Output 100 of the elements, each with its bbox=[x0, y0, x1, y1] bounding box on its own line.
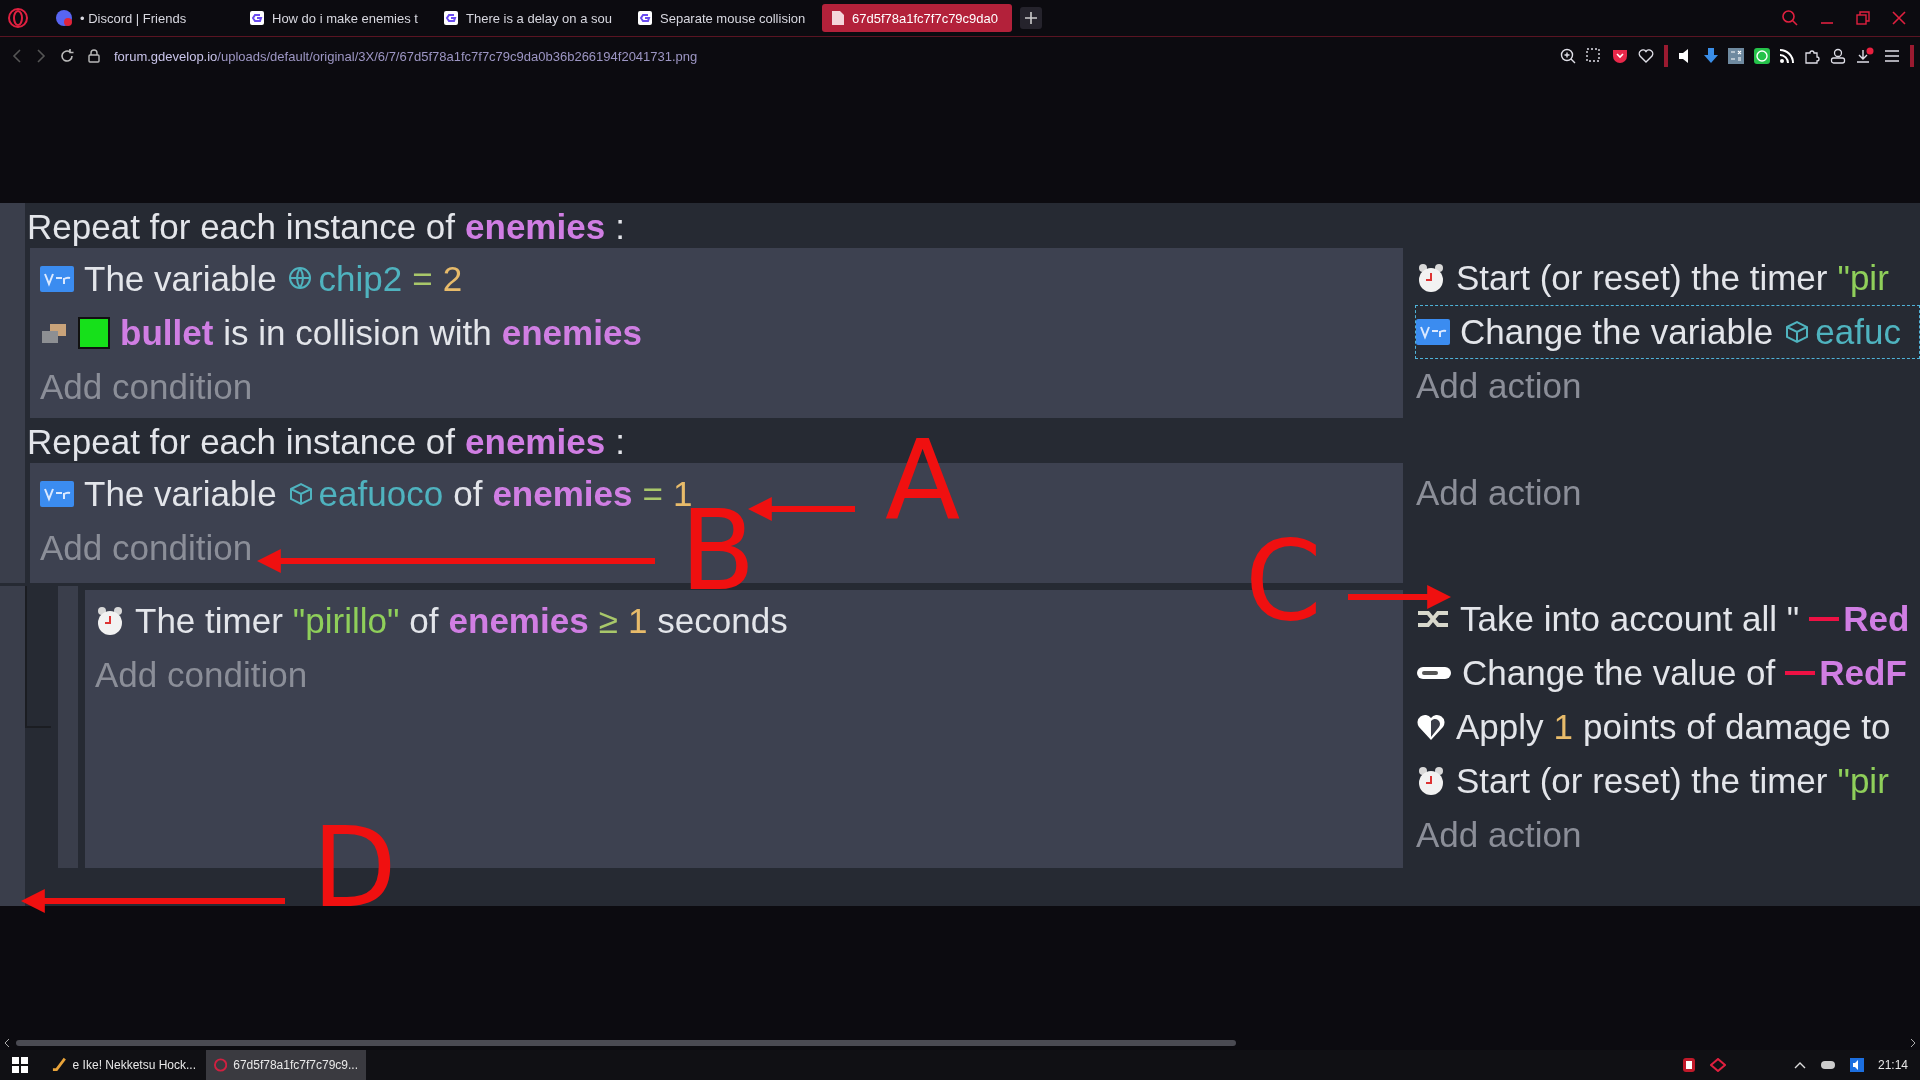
instruction-text: of bbox=[409, 601, 439, 641]
object-name: Red bbox=[1843, 599, 1910, 639]
browser-tab[interactable]: How do i make enemies t bbox=[240, 4, 430, 32]
avatar-icon bbox=[56, 10, 72, 26]
selected-action[interactable]: Change the variable eafuc bbox=[1415, 305, 1920, 359]
puzzle-icon[interactable] bbox=[1804, 48, 1820, 64]
action-row[interactable]: Apply 1 points of damage to bbox=[1415, 700, 1920, 754]
variable-name: chip2 bbox=[318, 259, 403, 299]
reload-icon[interactable] bbox=[60, 49, 74, 63]
gamepad-icon[interactable] bbox=[1819, 1059, 1836, 1071]
speaker-icon[interactable] bbox=[1849, 1058, 1864, 1072]
calculator-icon[interactable] bbox=[1728, 48, 1744, 64]
string-value: "pir bbox=[1837, 761, 1889, 801]
object-name: enemies bbox=[501, 313, 642, 353]
browser-tab[interactable]: There is a delay on a sou bbox=[434, 4, 624, 32]
instruction-text: Start (or reset) the timer bbox=[1456, 761, 1828, 801]
chat-bubble-icon[interactable] bbox=[1754, 48, 1770, 64]
new-tab-button[interactable] bbox=[1020, 7, 1042, 29]
object-name: enemies bbox=[465, 422, 606, 462]
variable-icon bbox=[40, 481, 74, 507]
shield-icon[interactable] bbox=[1681, 1057, 1696, 1073]
instruction-text: Repeat for each instance of bbox=[27, 207, 456, 247]
opera-logo-icon[interactable] bbox=[8, 8, 28, 28]
instruction-text: of bbox=[453, 474, 483, 514]
object-name: enemies bbox=[492, 474, 633, 514]
opera-icon bbox=[214, 1058, 228, 1072]
object-name: enemies bbox=[465, 207, 606, 247]
action-row[interactable]: Start (or reset) the timer "pir bbox=[1415, 251, 1920, 305]
instruction-text: seconds bbox=[657, 601, 788, 641]
chevron-up-icon[interactable] bbox=[1793, 1061, 1806, 1069]
search-icon[interactable] bbox=[1782, 10, 1798, 26]
scroll-left-icon[interactable] bbox=[4, 1039, 10, 1047]
add-action-link[interactable]: Add action bbox=[1416, 366, 1582, 406]
variable-name: eafuoco bbox=[318, 474, 444, 514]
browser-tab[interactable]: Separate mouse collision bbox=[628, 4, 818, 32]
download-icon[interactable] bbox=[1856, 47, 1874, 65]
action-row[interactable]: Start (or reset) the timer "pir bbox=[1415, 754, 1920, 808]
instruction-text: points of damage to bbox=[1583, 707, 1891, 747]
alarm-clock-icon bbox=[1416, 262, 1446, 294]
scrollbar-thumb[interactable] bbox=[16, 1040, 1236, 1046]
pocket-icon[interactable] bbox=[1612, 48, 1628, 64]
instruction-text: Change the variable bbox=[1460, 312, 1774, 352]
windows-start-icon[interactable] bbox=[12, 1057, 28, 1073]
add-action-link[interactable]: Add action bbox=[1416, 473, 1582, 513]
snapshot-icon[interactable] bbox=[1586, 48, 1602, 64]
annotation-letter: C bbox=[1245, 526, 1322, 636]
instruction-text: : bbox=[615, 422, 625, 462]
variable-icon bbox=[40, 266, 74, 292]
toggle-icon bbox=[1416, 666, 1452, 680]
back-icon[interactable] bbox=[12, 49, 22, 63]
number-value: 1 bbox=[1553, 707, 1574, 747]
forward-icon[interactable] bbox=[36, 49, 46, 63]
operator: ≥ bbox=[598, 601, 618, 641]
object-name: enemies bbox=[448, 601, 589, 641]
number-value: 2 bbox=[442, 259, 463, 299]
object-thumbnail-icon bbox=[78, 317, 110, 349]
alarm-clock-icon bbox=[1416, 765, 1446, 797]
action-row[interactable]: Take into account all " Red bbox=[1415, 592, 1920, 646]
instruction-text: Repeat for each instance of bbox=[27, 422, 456, 462]
alarm-clock-icon bbox=[95, 605, 125, 637]
add-action-link[interactable]: Add action bbox=[1416, 815, 1582, 855]
operator: = bbox=[412, 259, 433, 299]
hockey-stick-icon bbox=[52, 1057, 67, 1073]
browser-tab[interactable]: 67d5f78a1fc7f7c79c9da0 bbox=[822, 4, 1012, 32]
instruction-text: Start (or reset) the timer bbox=[1456, 258, 1828, 298]
gdevelop-icon bbox=[250, 11, 264, 25]
browser-tab[interactable]: • Discord | Friends bbox=[46, 4, 236, 32]
scroll-right-icon[interactable] bbox=[1910, 1039, 1916, 1047]
instruction-text: The variable bbox=[84, 259, 277, 299]
instruction-text: The variable bbox=[84, 474, 277, 514]
object-name: bullet bbox=[120, 313, 214, 353]
gdevelop-icon bbox=[444, 11, 458, 25]
operator: = bbox=[642, 474, 663, 514]
zoom-in-icon[interactable] bbox=[1560, 48, 1576, 64]
menu-icon[interactable] bbox=[1884, 49, 1900, 63]
rss-icon[interactable] bbox=[1780, 49, 1794, 63]
profile-icon[interactable] bbox=[1830, 48, 1846, 64]
variable-icon bbox=[1416, 319, 1450, 345]
variable-name: eafuc bbox=[1815, 312, 1901, 352]
action-row[interactable]: Change the value of RedF bbox=[1415, 646, 1920, 700]
url-text[interactable]: forum.gdevelop.io/uploads/default/original/3X/6/7/67d5f78a1fc7f7c79c9da0b36b266194f2041731.png bbox=[114, 48, 698, 64]
clock-time: 21:14 bbox=[1877, 1058, 1908, 1072]
taskbar-item[interactable]: 67d5f78a1fc7f7c79c9... bbox=[206, 1050, 366, 1080]
lock-icon bbox=[88, 49, 100, 63]
instruction-text: The timer bbox=[135, 601, 283, 641]
close-icon[interactable] bbox=[1892, 11, 1906, 25]
string-value: "pirillo" bbox=[292, 601, 400, 641]
string-value: "pir bbox=[1837, 258, 1889, 298]
instruction-text: Apply bbox=[1456, 707, 1544, 747]
plus-icon bbox=[1025, 12, 1037, 24]
restore-icon[interactable] bbox=[1856, 11, 1870, 25]
annotation-letter: D bbox=[312, 813, 397, 923]
annotation-letter: A bbox=[885, 426, 961, 536]
file-icon bbox=[832, 11, 844, 25]
heart-icon[interactable] bbox=[1638, 48, 1654, 64]
download-arrow-icon[interactable] bbox=[1704, 48, 1718, 64]
gdevelop-icon bbox=[638, 11, 652, 25]
taskbar-item[interactable]: e Ike! Nekketsu Hock... bbox=[44, 1050, 204, 1080]
instruction-text: Take into account all " bbox=[1460, 599, 1800, 639]
instruction-text: is in collision with bbox=[223, 313, 492, 353]
